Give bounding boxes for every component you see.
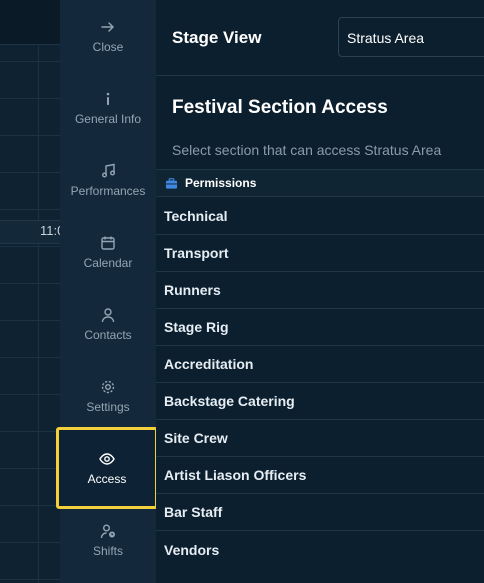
gear-icon [101,380,115,393]
list-item[interactable]: Stage Rig [156,309,484,346]
sidebar-item-general-info[interactable]: General Info [60,72,156,144]
sidebar-item-label: Contacts [84,327,132,342]
calendar-topbar [0,0,60,45]
sidebar-item-performances[interactable]: Performances [60,144,156,216]
main-panel: Stage View Stratus Area Festival Section… [156,0,484,583]
permissions-list: Technical Transport Runners Stage Rig Ac… [156,198,484,568]
info-icon [106,92,110,105]
stage-select-value: Stratus Area [347,30,425,46]
list-item[interactable]: Accreditation [156,346,484,383]
list-item[interactable]: Transport [156,235,484,272]
section-title: Festival Section Access [172,97,388,118]
stage-view-label: Stage View [172,28,262,47]
list-item[interactable]: Technical [156,198,484,235]
arrow-right-icon [101,21,114,32]
sidebar-item-access[interactable]: Access [56,427,158,509]
sidebar-item-label: Close [92,39,124,54]
list-item[interactable]: Vendors [156,531,484,568]
sidebar-item-settings[interactable]: Settings [60,360,156,432]
calendar-icon [101,236,115,250]
sidebar-item-label: Shifts [92,543,123,558]
sidebar-item-close[interactable]: Close [60,0,156,72]
sidebar-item-calendar[interactable]: Calendar [60,216,156,288]
sidebar-item-label: Performances [70,183,146,198]
sidebar-item-label: Access [87,471,127,486]
permissions-header: Permissions [156,169,484,197]
calendar-background [0,0,60,583]
list-item[interactable]: Backstage Catering [156,383,484,420]
briefcase-icon [165,177,178,189]
sidebar: Close General Info Performances Calendar… [56,0,158,583]
permissions-header-label: Permissions [185,176,257,190]
sidebar-item-label: Calendar [83,255,133,270]
section-subtitle: Select section that can access Stratus A… [172,142,442,158]
sidebar-item-contacts[interactable]: Contacts [60,288,156,360]
stage-select[interactable]: Stratus Area [338,17,484,57]
sidebar-item-label: Settings [86,399,130,414]
sidebar-item-shifts[interactable]: Shifts [60,504,156,576]
user-icon [101,307,115,322]
list-item[interactable]: Site Crew [156,420,484,457]
list-item[interactable]: Artist Liason Officers [156,457,484,494]
eye-icon [99,452,115,465]
sidebar-item-label: General Info [74,111,142,126]
list-item[interactable]: Bar Staff [156,494,484,531]
list-item[interactable]: Runners [156,272,484,309]
music-note-icon [102,163,115,177]
user-clock-icon [100,524,115,538]
stage-header: Stage View Stratus Area [156,0,484,76]
